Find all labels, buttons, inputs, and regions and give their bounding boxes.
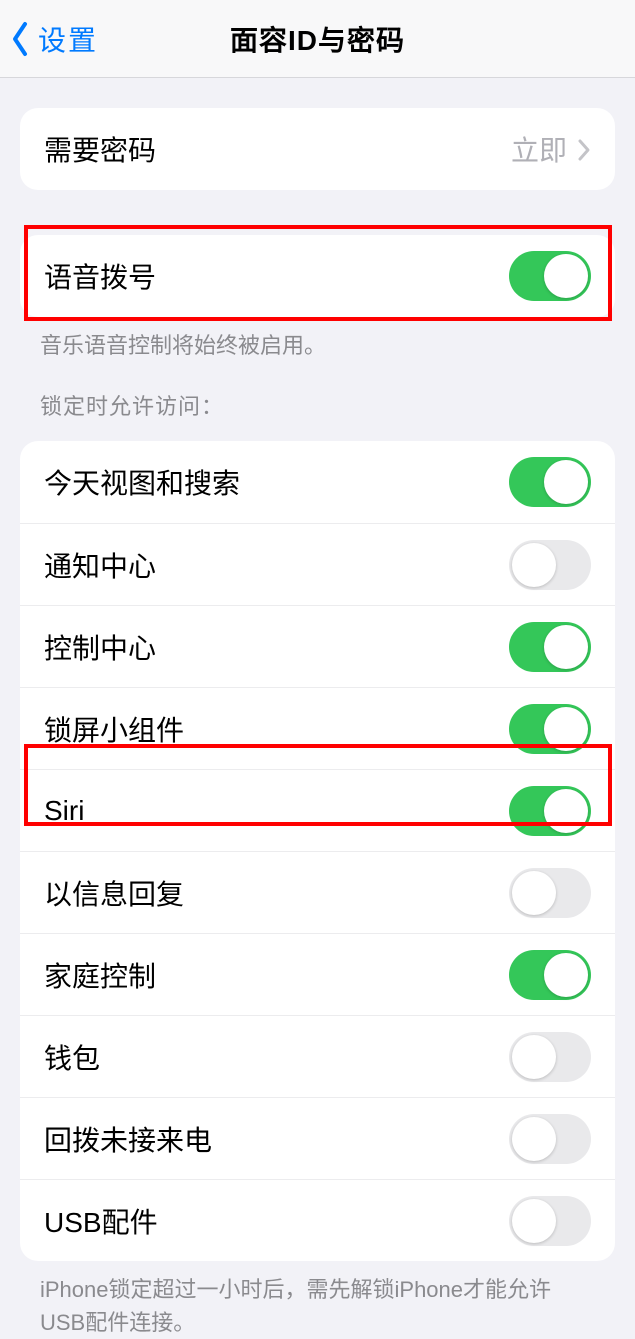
locked-row-label: Siri: [44, 795, 84, 827]
voice-dial-row: 语音拨号: [20, 235, 615, 317]
locked-access-group: 今天视图和搜索 通知中心 控制中心 锁屏小组件 Siri 以信息回复 家庭控制 …: [20, 441, 615, 1261]
require-passcode-label: 需要密码: [44, 129, 156, 169]
locked-access-heading: 锁定时允许访问：: [40, 390, 595, 423]
locked-row-callback: 回拨未接来电: [20, 1097, 615, 1179]
chevron-left-icon: [10, 21, 30, 57]
locked-row-label: 以信息回复: [44, 873, 184, 913]
require-passcode-value: 立即: [511, 129, 567, 169]
locked-row-toggle[interactable]: [509, 868, 591, 918]
back-button[interactable]: 设置: [10, 19, 98, 59]
locked-row-today: 今天视图和搜索: [20, 441, 615, 523]
locked-row-toggle[interactable]: [509, 540, 591, 590]
locked-row-toggle[interactable]: [509, 1114, 591, 1164]
locked-row-label: 锁屏小组件: [44, 709, 184, 749]
locked-row-wallet: 钱包: [20, 1015, 615, 1097]
locked-row-control-center: 控制中心: [20, 605, 615, 687]
locked-row-usb: USB配件: [20, 1179, 615, 1261]
locked-row-label: 回拨未接来电: [44, 1119, 212, 1159]
locked-row-toggle[interactable]: [509, 950, 591, 1000]
chevron-right-icon: [577, 137, 591, 161]
locked-access-footer: iPhone锁定超过一小时后，需先解锁iPhone才能允许USB配件连接。: [40, 1273, 595, 1339]
require-passcode-row[interactable]: 需要密码 立即: [20, 108, 615, 190]
locked-row-siri: Siri: [20, 769, 615, 851]
locked-row-reply-message: 以信息回复: [20, 851, 615, 933]
locked-row-toggle[interactable]: [509, 1032, 591, 1082]
nav-header: 设置 面容ID与密码: [0, 0, 635, 78]
locked-row-toggle[interactable]: [509, 622, 591, 672]
locked-row-label: 今天视图和搜索: [44, 462, 240, 502]
locked-row-widgets: 锁屏小组件: [20, 687, 615, 769]
locked-row-toggle[interactable]: [509, 457, 591, 507]
require-passcode-group: 需要密码 立即: [20, 108, 615, 190]
locked-row-label: 控制中心: [44, 627, 156, 667]
voice-dial-footer: 音乐语音控制将始终被启用。: [40, 329, 595, 362]
locked-row-label: USB配件: [44, 1201, 158, 1241]
locked-row-toggle[interactable]: [509, 1196, 591, 1246]
locked-row-label: 家庭控制: [44, 955, 156, 995]
locked-row-toggle[interactable]: [509, 786, 591, 836]
voice-dial-label: 语音拨号: [44, 256, 156, 296]
back-label: 设置: [38, 19, 98, 59]
voice-dial-toggle[interactable]: [509, 251, 591, 301]
locked-row-label: 通知中心: [44, 545, 156, 585]
voice-dial-group: 语音拨号: [20, 235, 615, 317]
locked-row-toggle[interactable]: [509, 704, 591, 754]
require-passcode-value-wrap: 立即: [511, 129, 591, 169]
locked-row-notifications: 通知中心: [20, 523, 615, 605]
locked-row-label: 钱包: [44, 1037, 100, 1077]
locked-row-home: 家庭控制: [20, 933, 615, 1015]
